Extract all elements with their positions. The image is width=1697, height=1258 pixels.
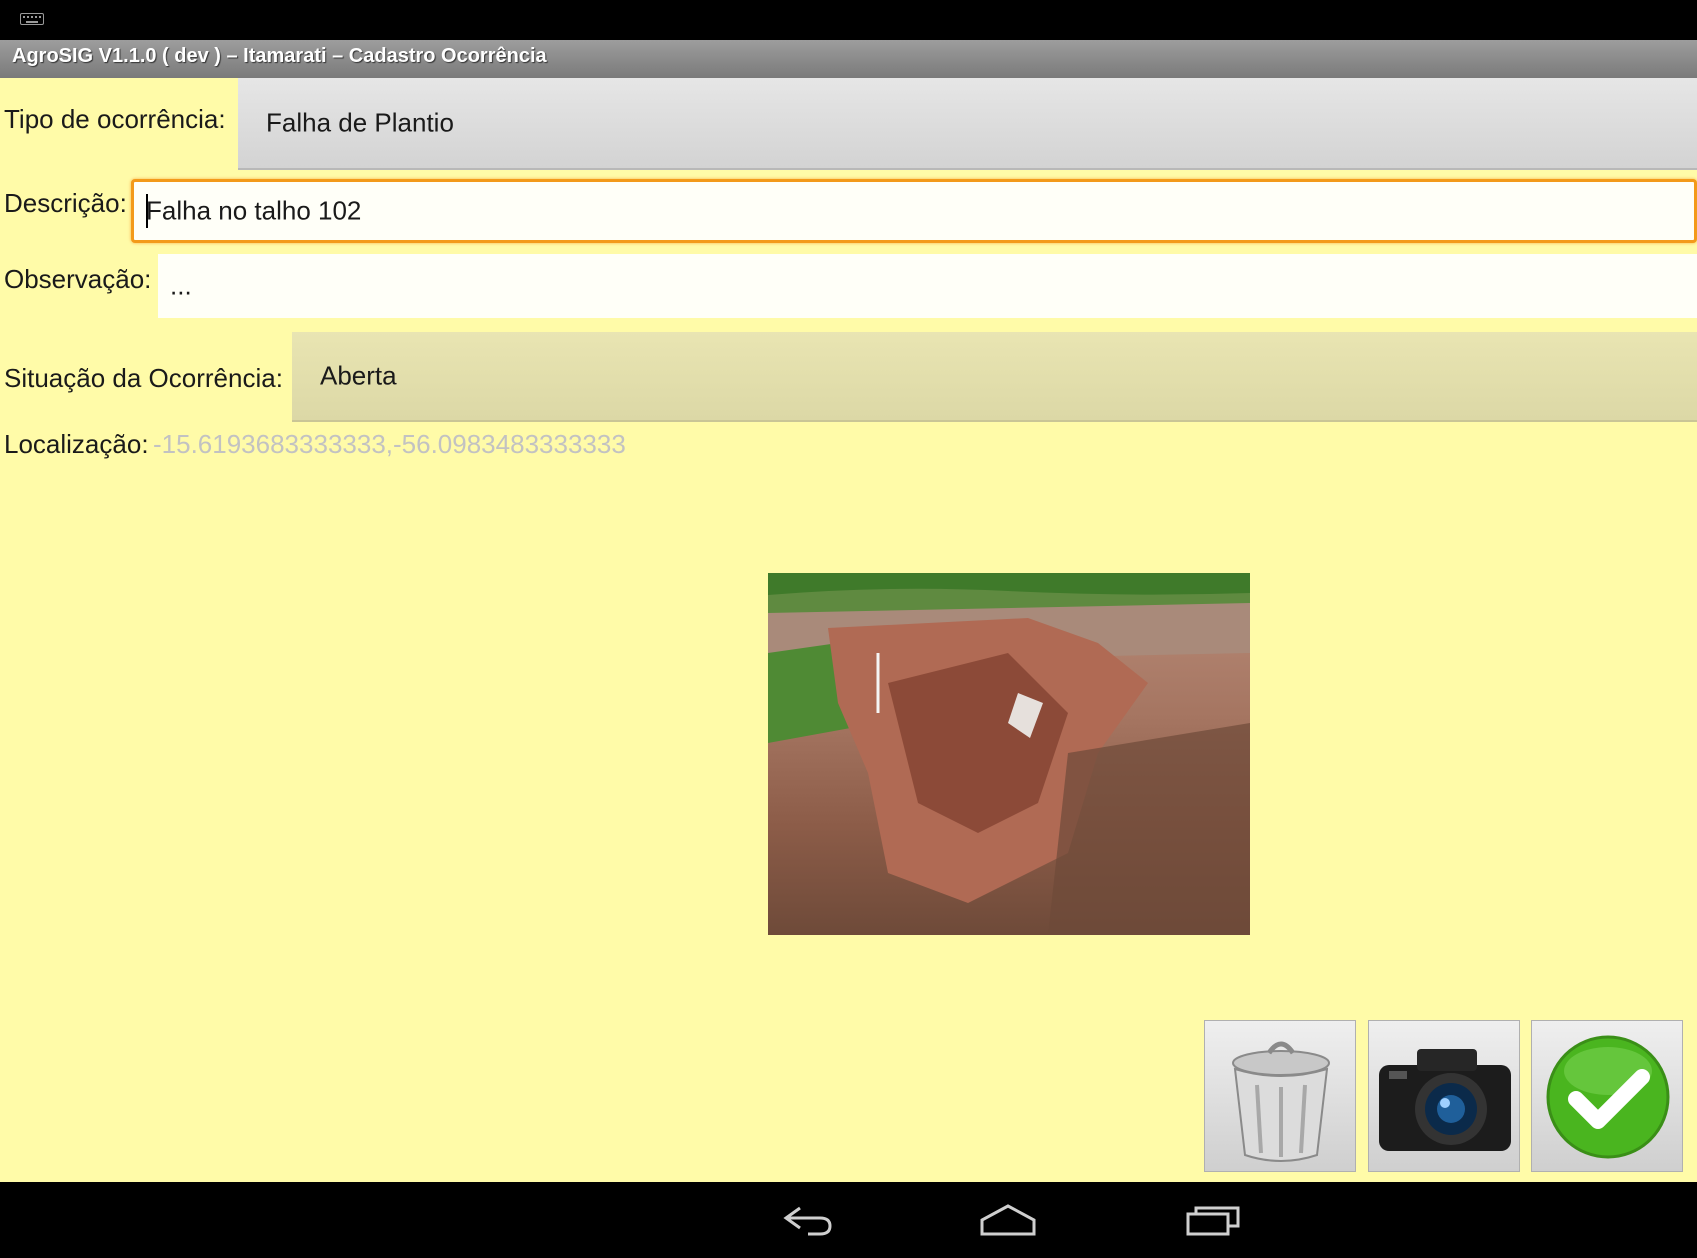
back-icon[interactable] (778, 1200, 838, 1240)
delete-button[interactable] (1204, 1020, 1356, 1172)
app-title: AgroSIG V1.1.0 ( dev ) – Itamarati – Cad… (12, 45, 547, 67)
occurrence-photo (768, 573, 1250, 935)
status-bar (0, 0, 1697, 40)
title-bar: AgroSIG V1.1.0 ( dev ) – Itamarati – Cad… (0, 40, 1697, 78)
recents-icon[interactable] (1184, 1200, 1244, 1240)
localizacao-label: Localização: (4, 429, 149, 459)
observacao-field[interactable]: ... (158, 254, 1697, 318)
confirm-button[interactable] (1531, 1020, 1683, 1172)
localizacao-value: -15.6193683333333,-56.0983483333333 (153, 429, 626, 459)
situacao-spinner[interactable]: Aberta (292, 332, 1697, 422)
tipo-spinner[interactable]: Falha de Plantio (238, 78, 1697, 170)
observacao-value: ... (170, 270, 192, 301)
situacao-label: Situação da Ocorrência: (4, 363, 283, 393)
situacao-value: Aberta (320, 360, 397, 391)
keyboard-icon (20, 13, 44, 25)
camera-button[interactable] (1368, 1020, 1520, 1172)
home-icon[interactable] (978, 1200, 1038, 1240)
tipo-value: Falha de Plantio (266, 107, 454, 138)
tipo-label: Tipo de ocorrência: (4, 104, 226, 134)
camera-icon (1379, 1049, 1511, 1151)
trash-icon (1232, 1041, 1330, 1162)
occurrence-form: Tipo de ocorrência: Falha de Plantio Des… (0, 78, 1697, 1182)
descricao-label: Descrição: (4, 188, 127, 218)
observacao-label: Observação: (4, 264, 152, 294)
descricao-value: Falha no talho 102 (146, 195, 362, 226)
navigation-bar (0, 1182, 1697, 1258)
descricao-field[interactable]: Falha no talho 102 (131, 179, 1697, 243)
check-icon (1546, 1035, 1670, 1159)
